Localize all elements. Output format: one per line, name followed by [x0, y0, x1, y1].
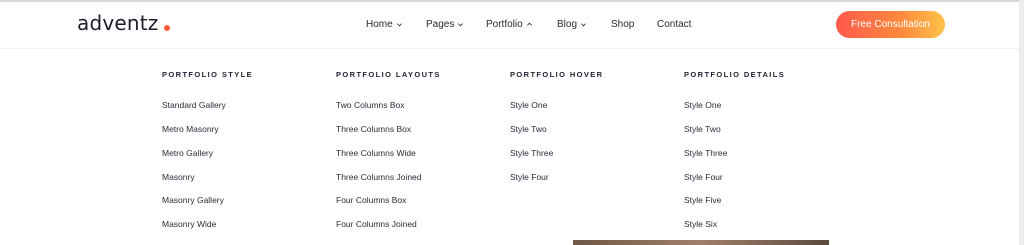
menu-item[interactable]: Style Three	[510, 148, 553, 158]
menu-item[interactable]: Four Columns Box	[336, 195, 406, 205]
nav-label-portfolio: Portfolio	[486, 19, 523, 30]
site-logo[interactable]: adventz	[77, 11, 170, 35]
menu-item[interactable]: Metro Masonry	[162, 124, 219, 134]
menu-item[interactable]: Standard Gallery	[162, 100, 226, 110]
chevron-down-icon	[396, 23, 402, 27]
site-header: adventz Home Pages Portfolio Blog Shop C…	[0, 2, 1019, 47]
scrollbar-track[interactable]	[1019, 0, 1024, 245]
logo-dot	[163, 25, 170, 31]
menu-item[interactable]: Masonry Wide	[162, 219, 216, 229]
column-title: PORTFOLIO LAYOUTS	[336, 70, 441, 79]
menu-item[interactable]: Style One	[684, 100, 721, 110]
menu-item[interactable]: Style Three	[684, 148, 727, 158]
chevron-up-icon	[526, 22, 532, 26]
hero-image-peek	[573, 240, 829, 245]
menu-item[interactable]: Style Four	[510, 172, 549, 182]
nav-item-blog[interactable]: Blog	[557, 19, 587, 30]
menu-item[interactable]: Style Six	[684, 219, 717, 229]
menu-item[interactable]: Metro Gallery	[162, 148, 213, 158]
logo-text: adventz	[77, 11, 159, 35]
cta-label: Free Consultation	[851, 19, 930, 30]
nav-item-home[interactable]: Home	[366, 19, 403, 30]
menu-item[interactable]: Style One	[510, 100, 547, 110]
column-title: PORTFOLIO STYLE	[162, 70, 254, 79]
nav-label-home: Home	[366, 19, 393, 30]
nav-label-shop: Shop	[611, 19, 635, 30]
nav-item-contact[interactable]: Contact	[657, 19, 691, 30]
nav-label-pages: Pages	[426, 19, 455, 30]
menu-item[interactable]: Style Four	[684, 172, 723, 182]
nav-label-blog: Blog	[557, 19, 578, 30]
menu-item[interactable]: Style Two	[684, 124, 721, 134]
page: adventz Home Pages Portfolio Blog Shop C…	[0, 2, 1019, 245]
menu-item[interactable]: Two Columns Box	[336, 100, 405, 110]
menu-item[interactable]: Three Columns Wide	[336, 148, 416, 158]
free-consultation-button[interactable]: Free Consultation	[836, 11, 945, 38]
menu-item[interactable]: Style Five	[684, 195, 721, 205]
portfolio-mega-menu: PORTFOLIO STYLE Standard Gallery Metro M…	[0, 48, 1019, 245]
nav-item-portfolio[interactable]: Portfolio	[486, 19, 533, 30]
menu-item[interactable]: Masonry Gallery	[162, 195, 224, 205]
nav-item-pages[interactable]: Pages	[426, 19, 464, 30]
menu-item[interactable]: Style Two	[510, 124, 547, 134]
column-title: PORTFOLIO DETAILS	[684, 70, 786, 79]
column-title: PORTFOLIO HOVER	[510, 70, 604, 79]
menu-item[interactable]: Three Columns Joined	[336, 172, 422, 182]
menu-item[interactable]: Three Columns Box	[336, 124, 411, 134]
nav-label-contact: Contact	[657, 19, 692, 30]
chevron-down-icon	[581, 23, 587, 27]
menu-item[interactable]: Masonry	[162, 172, 195, 182]
nav-item-shop[interactable]: Shop	[611, 19, 634, 30]
chevron-down-icon	[458, 23, 464, 27]
menu-item[interactable]: Four Columns Joined	[336, 219, 417, 229]
